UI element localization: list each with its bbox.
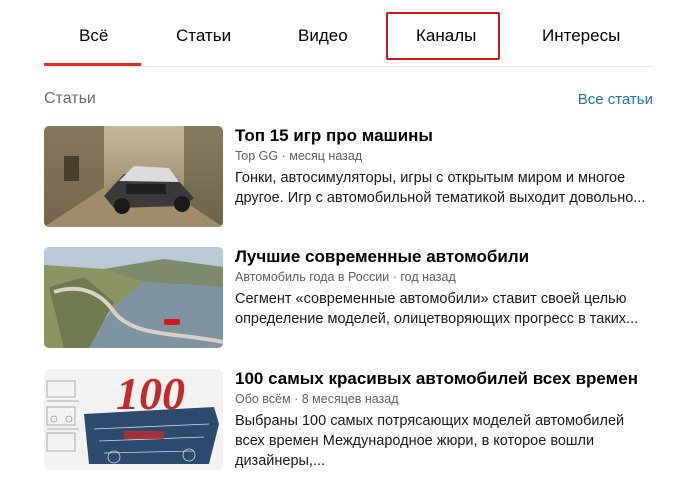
article-title[interactable]: 100 самых красивых автомобилей всех врем… bbox=[235, 369, 638, 389]
tab-video[interactable]: Видео bbox=[298, 26, 348, 46]
meta-separator: · bbox=[281, 149, 286, 163]
article-source[interactable]: Автомобиль года в России bbox=[235, 270, 389, 284]
article-meta: Top GG · месяц назад bbox=[235, 149, 362, 163]
tab-bar: Всё Статьи Видео Каналы Интересы bbox=[44, 0, 653, 67]
active-tab-indicator bbox=[44, 63, 141, 66]
article-item[interactable]: 100 100 самых красивых автомобилей всех … bbox=[44, 369, 654, 473]
tab-articles[interactable]: Статьи bbox=[176, 26, 231, 46]
tab-channels[interactable]: Каналы bbox=[416, 26, 476, 46]
tab-interests[interactable]: Интересы bbox=[542, 26, 620, 46]
article-thumbnail[interactable] bbox=[44, 126, 223, 227]
article-description: Выбраны 100 самых потрясающих моделей ав… bbox=[235, 413, 625, 469]
tab-all[interactable]: Всё bbox=[79, 26, 108, 46]
article-time: 8 месяцев назад bbox=[301, 392, 399, 406]
article-time: месяц назад bbox=[289, 149, 363, 163]
article-item[interactable]: Лучшие современные автомобили Автомобиль… bbox=[44, 247, 654, 351]
all-articles-link[interactable]: Все статьи bbox=[578, 91, 653, 108]
section-title: Статьи bbox=[44, 90, 96, 107]
article-time: год назад bbox=[400, 270, 456, 284]
article-meta: Обо всём · 8 месяцев назад bbox=[235, 392, 399, 406]
meta-separator: · bbox=[392, 270, 397, 284]
article-description: Сегмент «современные автомобили» ставит … bbox=[235, 291, 639, 327]
article-description: Гонки, автосимуляторы, игры с открытым м… bbox=[235, 170, 646, 206]
article-title[interactable]: Лучшие современные автомобили bbox=[235, 247, 529, 267]
article-item[interactable]: Топ 15 игр про машины Top GG · месяц наз… bbox=[44, 126, 654, 230]
article-source[interactable]: Top GG bbox=[235, 149, 278, 163]
article-meta: Автомобиль года в России · год назад bbox=[235, 270, 456, 284]
article-thumbnail[interactable] bbox=[44, 247, 223, 348]
article-title[interactable]: Топ 15 игр про машины bbox=[235, 126, 433, 146]
meta-separator: · bbox=[294, 392, 299, 406]
article-source[interactable]: Обо всём bbox=[235, 392, 291, 406]
article-thumbnail[interactable]: 100 bbox=[44, 369, 223, 470]
